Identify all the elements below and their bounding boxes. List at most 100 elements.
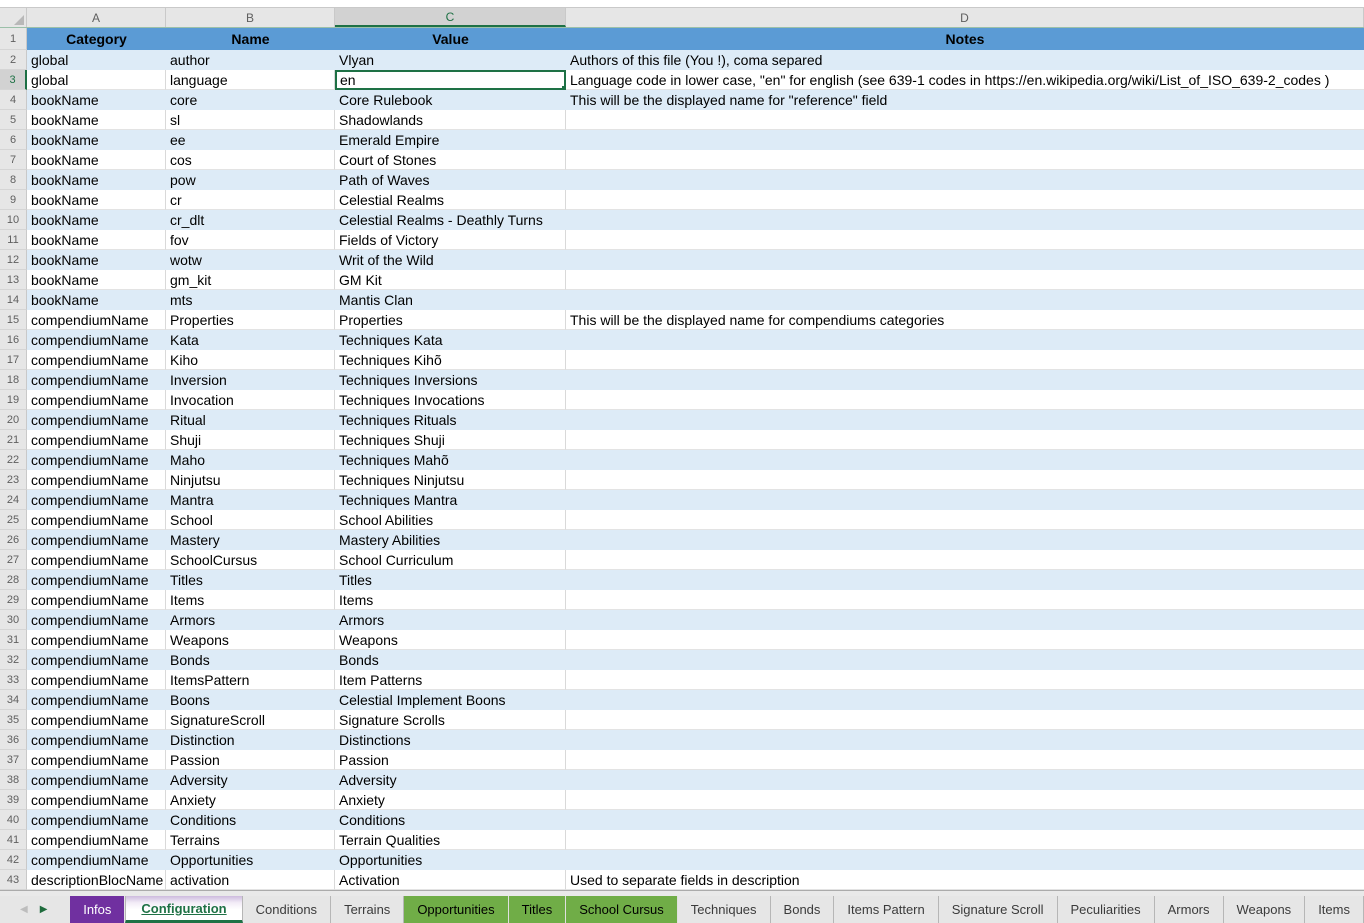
cell-name[interactable]: Ritual bbox=[166, 410, 335, 430]
cell-notes[interactable]: Language code in lower case, "en" for en… bbox=[566, 70, 1364, 90]
cell-category[interactable]: bookName bbox=[27, 150, 166, 170]
cell-name[interactable]: ItemsPattern bbox=[166, 670, 335, 690]
sheet-tab-school-cursus[interactable]: School Cursus bbox=[566, 896, 678, 923]
header-cell-notes[interactable]: Notes bbox=[566, 28, 1364, 50]
cell-value[interactable]: Techniques Inversions bbox=[335, 370, 566, 390]
cell-value[interactable]: Item Patterns bbox=[335, 670, 566, 690]
cell-value[interactable]: Techniques Mahõ bbox=[335, 450, 566, 470]
cell-name[interactable]: Invocation bbox=[166, 390, 335, 410]
cell-notes[interactable] bbox=[566, 790, 1364, 810]
cell-value[interactable]: Writ of the Wild bbox=[335, 250, 566, 270]
cell-value[interactable]: Core Rulebook bbox=[335, 90, 566, 110]
cell-value[interactable]: Mastery Abilities bbox=[335, 530, 566, 550]
row-number[interactable]: 10 bbox=[0, 210, 27, 230]
cell-notes[interactable]: Authors of this file (You !), coma separ… bbox=[566, 50, 1364, 70]
cell-category[interactable]: compendiumName bbox=[27, 350, 166, 370]
cell-category[interactable]: descriptionBlocName bbox=[27, 870, 166, 890]
cell-notes[interactable] bbox=[566, 650, 1364, 670]
cell-notes[interactable] bbox=[566, 190, 1364, 210]
row-number[interactable]: 31 bbox=[0, 630, 27, 650]
cell-name[interactable]: wotw bbox=[166, 250, 335, 270]
cell-category[interactable]: bookName bbox=[27, 110, 166, 130]
cell-category[interactable]: global bbox=[27, 50, 166, 70]
cell-value[interactable]: Techniques Shuji bbox=[335, 430, 566, 450]
row-number[interactable]: 23 bbox=[0, 470, 27, 490]
row-number[interactable]: 40 bbox=[0, 810, 27, 830]
cell-value[interactable]: Fields of Victory bbox=[335, 230, 566, 250]
cell-name[interactable]: cr_dlt bbox=[166, 210, 335, 230]
row-number[interactable]: 4 bbox=[0, 90, 27, 110]
row-number[interactable]: 28 bbox=[0, 570, 27, 590]
cell-category[interactable]: compendiumName bbox=[27, 390, 166, 410]
cell-notes[interactable] bbox=[566, 290, 1364, 310]
cell-name[interactable]: Distinction bbox=[166, 730, 335, 750]
cell-notes[interactable] bbox=[566, 670, 1364, 690]
sheet-tab-infos[interactable]: Infos bbox=[70, 896, 125, 923]
cell-notes[interactable] bbox=[566, 850, 1364, 870]
row-number[interactable]: 1 bbox=[0, 28, 27, 50]
cell-value[interactable]: Distinctions bbox=[335, 730, 566, 750]
cell-name[interactable]: activation bbox=[166, 870, 335, 890]
row-number[interactable]: 20 bbox=[0, 410, 27, 430]
cell-category[interactable]: compendiumName bbox=[27, 750, 166, 770]
cell-name[interactable]: SignatureScroll bbox=[166, 710, 335, 730]
cell-category[interactable]: compendiumName bbox=[27, 850, 166, 870]
row-number[interactable]: 42 bbox=[0, 850, 27, 870]
cell-value[interactable]: Court of Stones bbox=[335, 150, 566, 170]
cell-name[interactable]: Passion bbox=[166, 750, 335, 770]
sheet-tab-terrains[interactable]: Terrains bbox=[331, 896, 404, 923]
cell-value[interactable]: Celestial Implement Boons bbox=[335, 690, 566, 710]
cell-value[interactable]: Items bbox=[335, 590, 566, 610]
cell-category[interactable]: compendiumName bbox=[27, 490, 166, 510]
cell-notes[interactable] bbox=[566, 410, 1364, 430]
row-number[interactable]: 3 bbox=[0, 70, 27, 90]
cell-notes[interactable] bbox=[566, 450, 1364, 470]
cell-value[interactable]: Activation bbox=[335, 870, 566, 890]
row-number[interactable]: 26 bbox=[0, 530, 27, 550]
header-cell-value[interactable]: Value bbox=[335, 28, 566, 50]
sheet-tab-peculiarities[interactable]: Peculiarities bbox=[1058, 896, 1155, 923]
cell-value[interactable]: Vlyan bbox=[335, 50, 566, 70]
row-number[interactable]: 14 bbox=[0, 290, 27, 310]
row-number[interactable]: 11 bbox=[0, 230, 27, 250]
cell-notes[interactable] bbox=[566, 430, 1364, 450]
cell-notes[interactable] bbox=[566, 550, 1364, 570]
cell-value[interactable]: Armors bbox=[335, 610, 566, 630]
cell-notes[interactable] bbox=[566, 350, 1364, 370]
cell-value[interactable]: Titles bbox=[335, 570, 566, 590]
row-number[interactable]: 15 bbox=[0, 310, 27, 330]
sheet-tab-items[interactable]: Items bbox=[1305, 896, 1364, 923]
cell-notes[interactable] bbox=[566, 250, 1364, 270]
cell-notes[interactable] bbox=[566, 130, 1364, 150]
cell-name[interactable]: Adversity bbox=[166, 770, 335, 790]
cell-name[interactable]: language bbox=[166, 70, 335, 90]
cell-category[interactable]: compendiumName bbox=[27, 530, 166, 550]
row-number[interactable]: 6 bbox=[0, 130, 27, 150]
sheet-tab-configuration[interactable]: Configuration bbox=[125, 896, 242, 923]
cell-name[interactable]: Properties bbox=[166, 310, 335, 330]
cell-notes[interactable]: This will be the displayed name for comp… bbox=[566, 310, 1364, 330]
cell-name[interactable]: Kiho bbox=[166, 350, 335, 370]
cell-category[interactable]: bookName bbox=[27, 250, 166, 270]
cell-category[interactable]: compendiumName bbox=[27, 690, 166, 710]
cell-name[interactable]: Boons bbox=[166, 690, 335, 710]
row-number[interactable]: 12 bbox=[0, 250, 27, 270]
cell-value[interactable]: Signature Scrolls bbox=[335, 710, 566, 730]
cell-name[interactable]: School bbox=[166, 510, 335, 530]
cell-value[interactable]: Emerald Empire bbox=[335, 130, 566, 150]
sheet-tab-items-pattern[interactable]: Items Pattern bbox=[834, 896, 938, 923]
cell-category[interactable]: compendiumName bbox=[27, 650, 166, 670]
cell-value[interactable]: Bonds bbox=[335, 650, 566, 670]
row-number[interactable]: 5 bbox=[0, 110, 27, 130]
cell-name[interactable]: ee bbox=[166, 130, 335, 150]
cell-notes[interactable] bbox=[566, 110, 1364, 130]
cell-name[interactable]: Terrains bbox=[166, 830, 335, 850]
cell-category[interactable]: compendiumName bbox=[27, 810, 166, 830]
cell-category[interactable]: compendiumName bbox=[27, 830, 166, 850]
row-number[interactable]: 35 bbox=[0, 710, 27, 730]
cell-name[interactable]: Armors bbox=[166, 610, 335, 630]
row-number[interactable]: 34 bbox=[0, 690, 27, 710]
cell-name[interactable]: mts bbox=[166, 290, 335, 310]
cell-notes[interactable] bbox=[566, 590, 1364, 610]
cell-category[interactable]: global bbox=[27, 70, 166, 90]
